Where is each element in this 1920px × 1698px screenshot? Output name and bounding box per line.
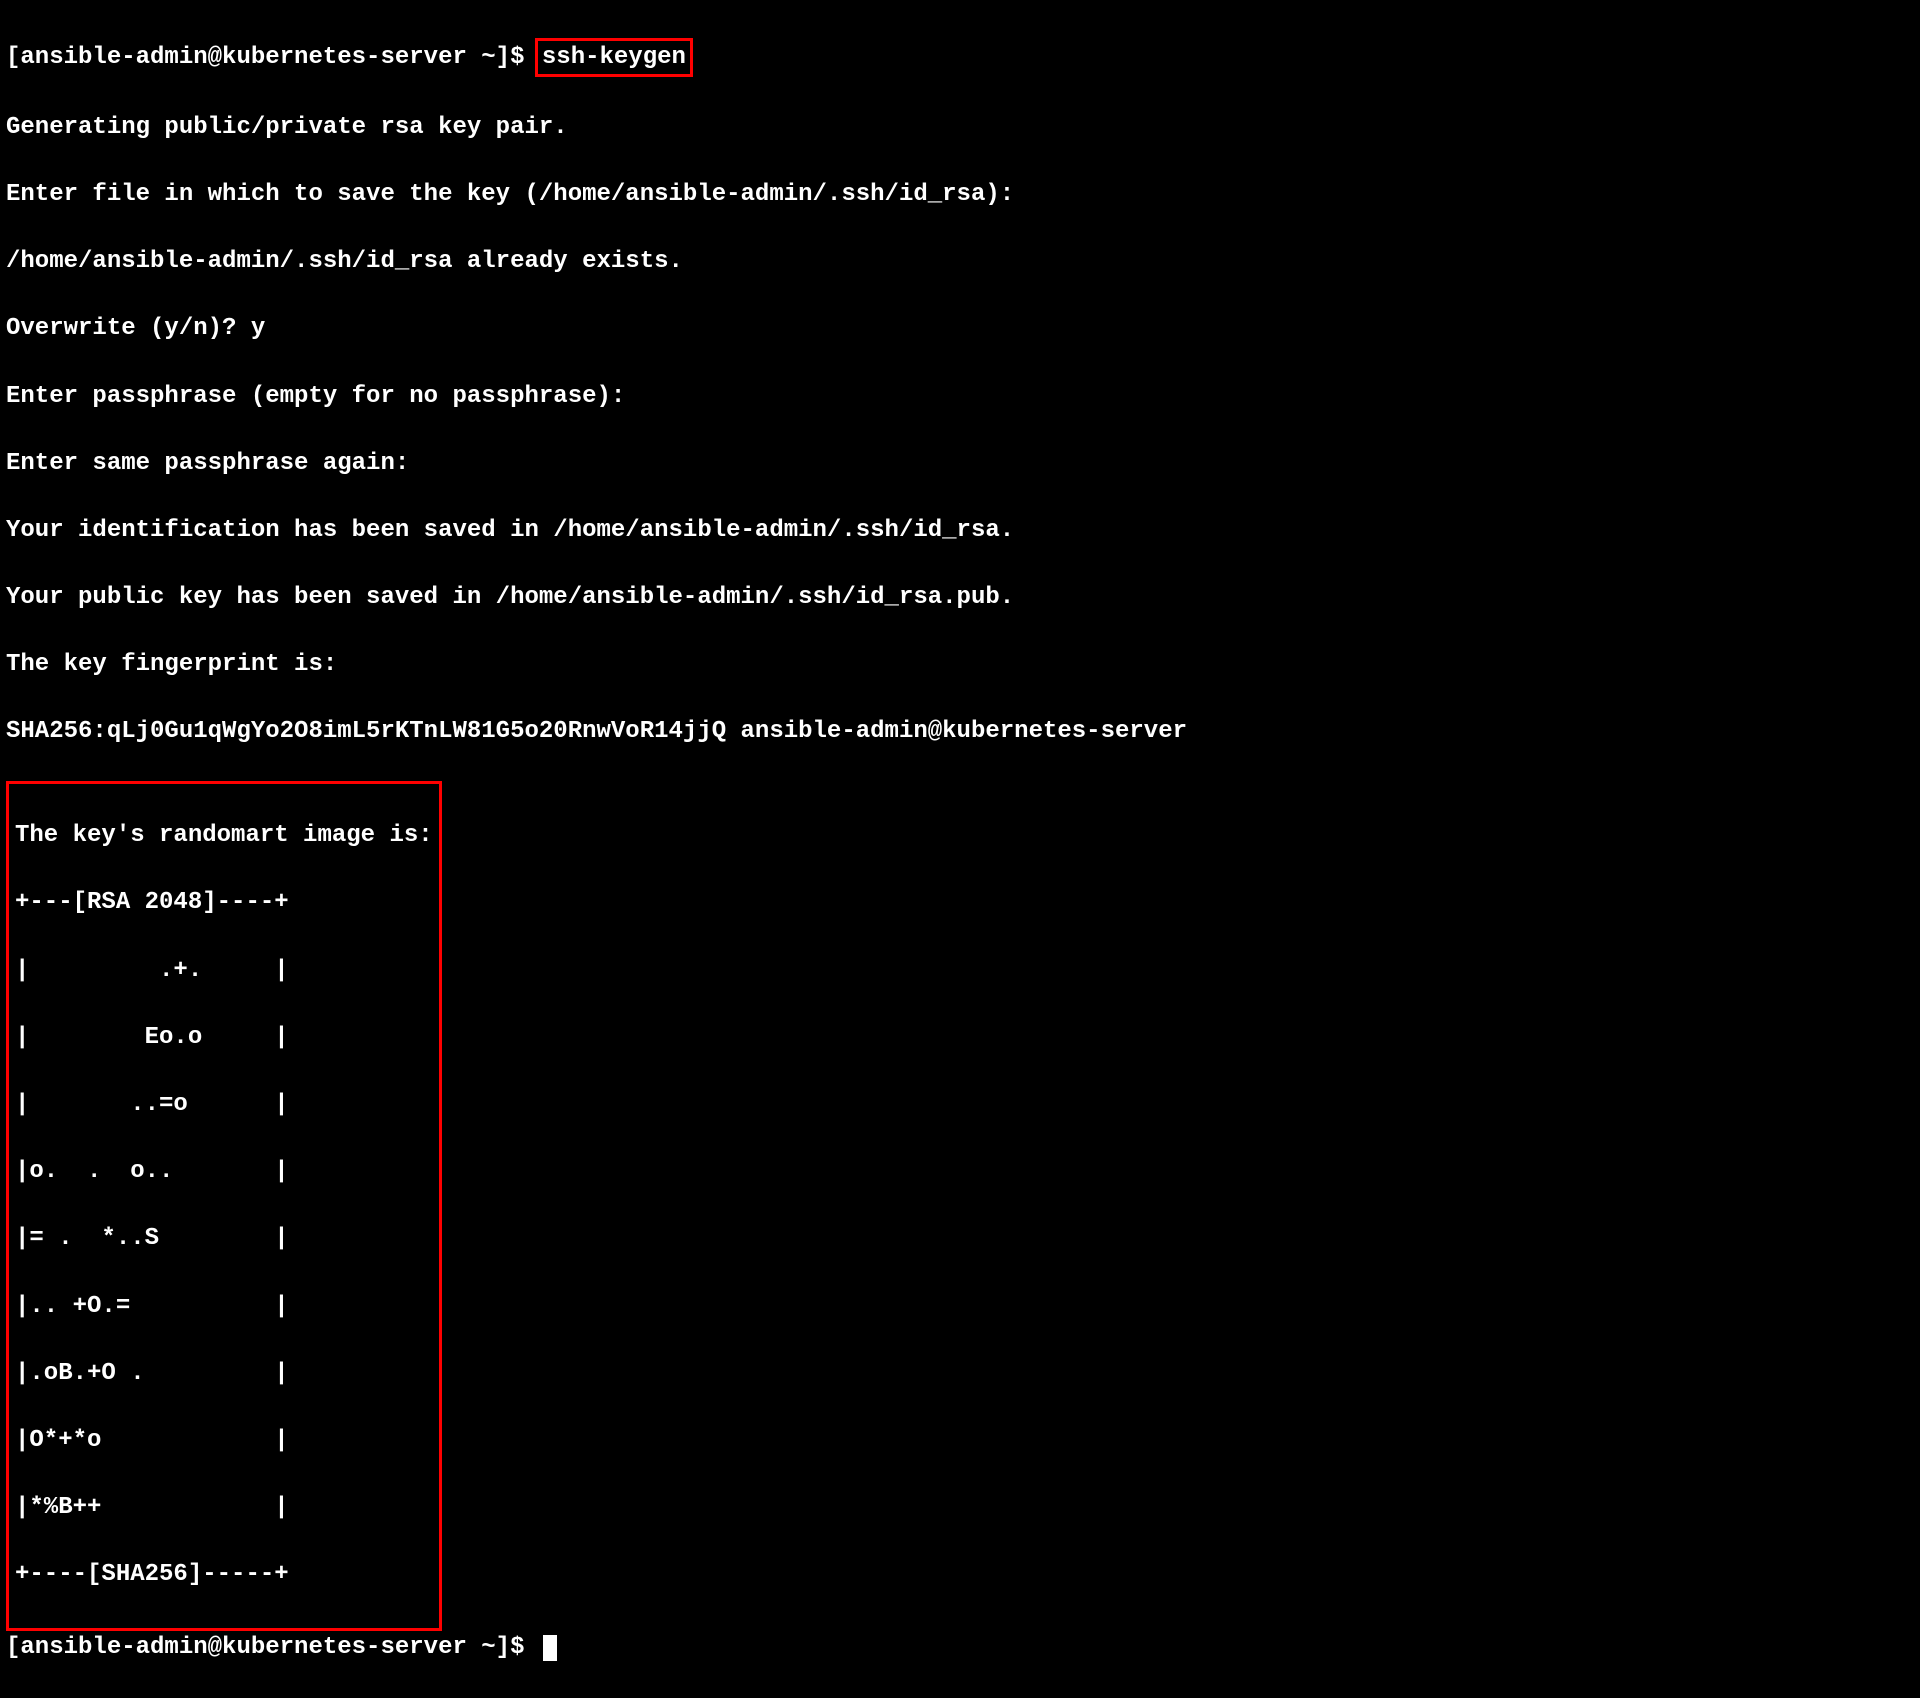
randomart-row: |O*+*o | bbox=[15, 1424, 433, 1458]
output-line: Generating public/private rsa key pair. bbox=[6, 111, 1914, 145]
shell-prompt: [ansible-admin@kubernetes-server ~]$ bbox=[6, 44, 539, 71]
highlighted-command: ssh-keygen bbox=[535, 38, 693, 78]
output-line: The key fingerprint is: bbox=[6, 648, 1914, 682]
output-line: Your public key has been saved in /home/… bbox=[6, 581, 1914, 615]
randomart-title: The key's randomart image is: bbox=[15, 819, 433, 853]
output-line: Overwrite (y/n)? y bbox=[6, 312, 1914, 346]
randomart-row: | ..=o | bbox=[15, 1088, 433, 1122]
randomart-border-top: +---[RSA 2048]----+ bbox=[15, 886, 433, 920]
randomart-row: |o. . o.. | bbox=[15, 1155, 433, 1189]
randomart-row: |= . *..S | bbox=[15, 1222, 433, 1256]
randomart-border-bottom: +----[SHA256]-----+ bbox=[15, 1558, 433, 1592]
output-line: Your identification has been saved in /h… bbox=[6, 514, 1914, 548]
output-line: Enter passphrase (empty for no passphras… bbox=[6, 380, 1914, 414]
output-line: Enter file in which to save the key (/ho… bbox=[6, 178, 1914, 212]
randomart-highlight-box: The key's randomart image is: +---[RSA 2… bbox=[6, 781, 442, 1631]
output-line: Enter same passphrase again: bbox=[6, 447, 1914, 481]
randomart-row: |*%B++ | bbox=[15, 1491, 433, 1525]
output-line: /home/ansible-admin/.ssh/id_rsa already … bbox=[6, 245, 1914, 279]
randomart-row: |.. +O.= | bbox=[15, 1290, 433, 1324]
terminal-output[interactable]: [ansible-admin@kubernetes-server ~]$ ssh… bbox=[6, 4, 1914, 1698]
cursor-icon[interactable] bbox=[543, 1635, 557, 1661]
randomart-row: | Eo.o | bbox=[15, 1021, 433, 1055]
shell-prompt: [ansible-admin@kubernetes-server ~]$ bbox=[6, 1634, 539, 1661]
randomart-row: | .+. | bbox=[15, 954, 433, 988]
randomart-row: |.oB.+O . | bbox=[15, 1357, 433, 1391]
output-line: SHA256:qLj0Gu1qWgYo2O8imL5rKTnLW81G5o20R… bbox=[6, 715, 1914, 749]
